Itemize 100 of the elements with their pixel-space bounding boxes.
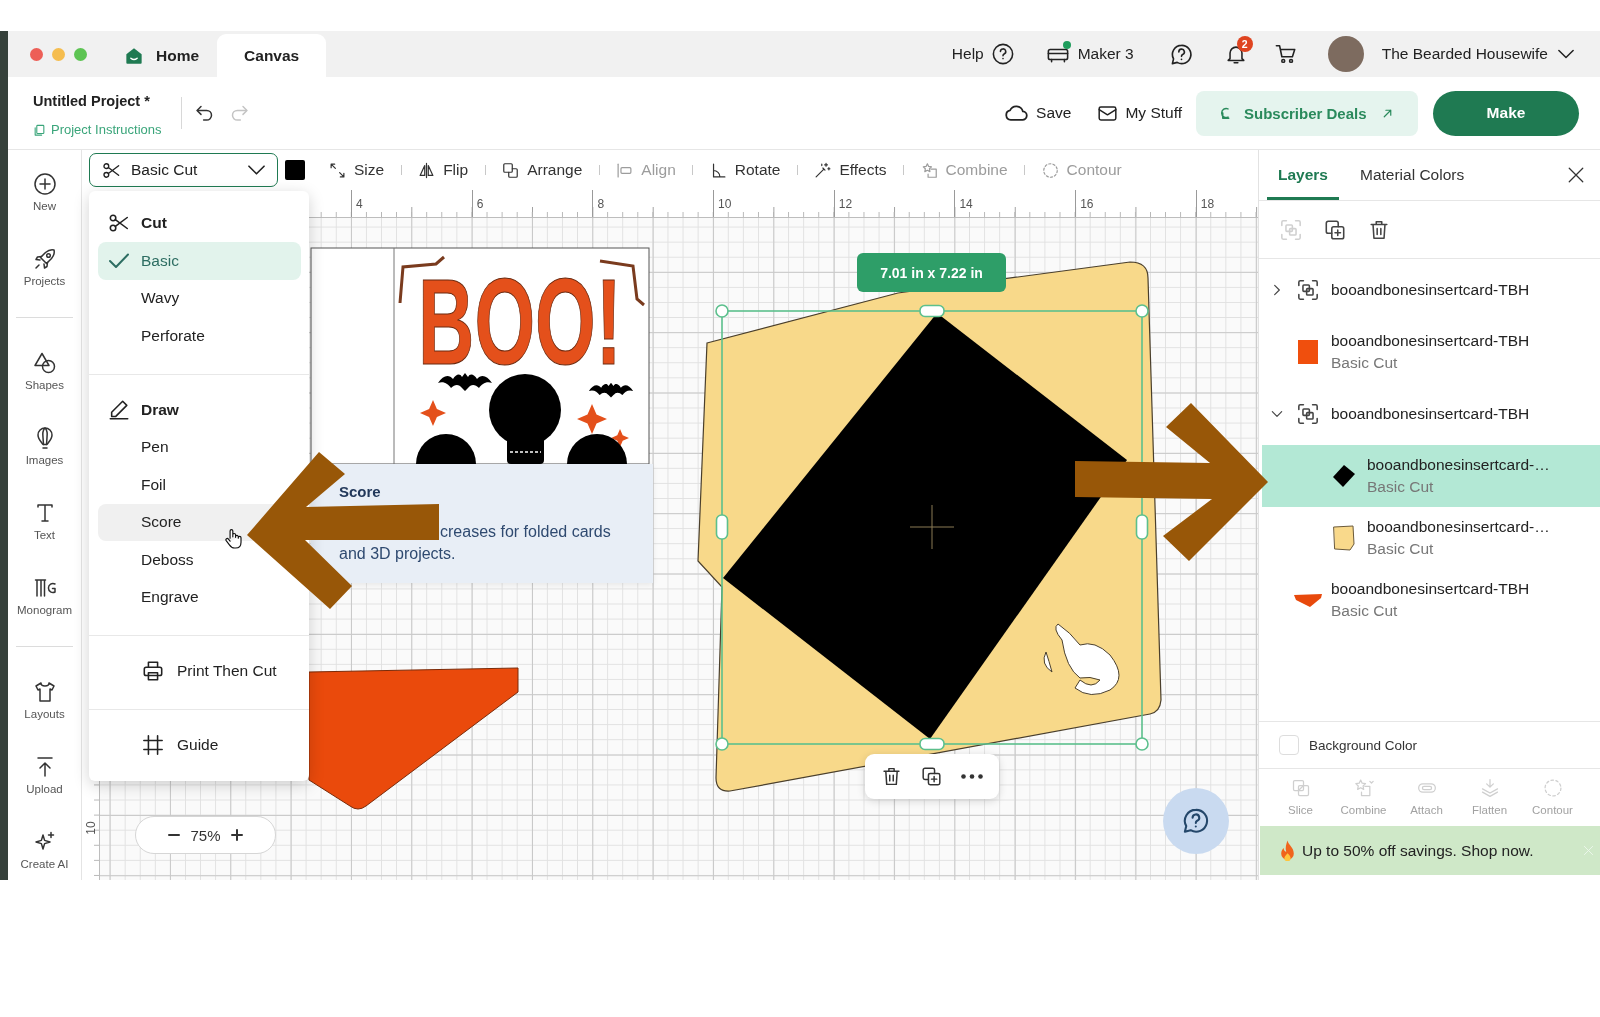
sidebar-item[interactable]: Layouts	[8, 680, 81, 721]
color-swatch[interactable]	[285, 160, 305, 180]
cart-icon[interactable]	[1274, 43, 1297, 65]
background-color-swatch[interactable]	[1279, 735, 1299, 755]
layer-name: booandbonesinsertcard-TBH	[1331, 404, 1530, 424]
chat-question-icon[interactable]	[1169, 42, 1193, 66]
resize-handle[interactable]	[715, 514, 729, 540]
layer-row[interactable]: booandbonesinsertcard-TBH	[1262, 383, 1600, 445]
subscriber-deals-button[interactable]: Subscriber Deals	[1196, 90, 1418, 136]
toolbar-button[interactable]: Arrange	[490, 161, 595, 179]
user-avatar	[1327, 36, 1364, 72]
sidebar-item[interactable]: Images	[8, 426, 81, 467]
flatten-icon	[1479, 778, 1500, 798]
ruler-label: 14	[959, 197, 973, 211]
resize-handle[interactable]	[1135, 514, 1149, 540]
menu-item[interactable]: Perforate	[98, 317, 217, 355]
trash-icon[interactable]	[880, 766, 902, 787]
group-icon	[1297, 279, 1319, 301]
contour-icon	[1041, 161, 1059, 179]
close-window-icon[interactable]	[30, 47, 43, 61]
account-menu-button[interactable]: The Bearded Housewife	[1381, 45, 1574, 63]
toolbar-button[interactable]: Effects	[802, 161, 899, 179]
panel-tab[interactable]: Layers	[1267, 150, 1339, 200]
close-icon[interactable]	[1567, 166, 1585, 184]
layer-name: booandbonesinsertcard-…	[1367, 455, 1550, 475]
machine-button[interactable]: Maker 3	[1046, 44, 1134, 64]
window-tab[interactable]: Canvas	[217, 34, 327, 77]
notification-badge: 2	[1236, 36, 1253, 52]
sidebar-item[interactable]: Shapes	[8, 351, 81, 392]
menu-item[interactable]: Deboss	[98, 541, 206, 579]
help-chat-icon[interactable]	[1163, 788, 1229, 854]
background-color-label: Background Color	[1309, 737, 1418, 753]
operation-dropdown[interactable]: Basic Cut	[89, 153, 278, 187]
layer-row[interactable]: booandbonesinsertcard-… Basic Cut	[1262, 507, 1600, 569]
sidebar-item[interactable]: New	[8, 172, 81, 213]
ruler-label: 16	[1080, 197, 1094, 211]
arrange-icon	[502, 161, 520, 179]
help-button[interactable]: Help	[951, 43, 1014, 65]
ruler-label: 6	[476, 197, 484, 211]
sidebar-item[interactable]: Create AI	[8, 830, 81, 871]
flip-icon	[418, 161, 436, 179]
layer-operation: Basic Cut	[1367, 539, 1435, 559]
resize-handle[interactable]	[919, 737, 945, 751]
layer-name: booandbonesinsertcard-TBH	[1331, 280, 1530, 300]
my-stuff-button[interactable]: My Stuff	[1097, 102, 1182, 124]
center-mark	[909, 504, 955, 550]
chevron-down-icon	[1558, 49, 1574, 59]
toolbar-button[interactable]: Size	[317, 161, 397, 179]
layer-name: booandbonesinsertcard-…	[1367, 517, 1550, 537]
promo-banner[interactable]: Up to 50% off savings. Shop now.	[1260, 826, 1600, 875]
ruler-label: 12	[838, 197, 853, 211]
resize-handle[interactable]	[1135, 304, 1149, 318]
duplicate-icon[interactable]	[1324, 218, 1346, 241]
resize-handle[interactable]	[1135, 737, 1149, 751]
scissors-icon	[102, 160, 121, 180]
ruler-label: 10	[83, 821, 98, 835]
cloud-icon	[1005, 104, 1029, 122]
window-tab[interactable]: Home	[114, 34, 214, 77]
layer-row[interactable]: booandbonesinsertcard-TBH	[1262, 259, 1600, 321]
layer-name: booandbonesinsertcard-TBH	[1331, 579, 1530, 599]
make-button[interactable]: Make	[1433, 90, 1579, 136]
toolbar-button[interactable]: Rotate	[697, 161, 793, 179]
combine-icon	[1353, 778, 1374, 798]
combine-icon	[920, 161, 938, 179]
align-icon	[616, 161, 634, 179]
document-icon	[33, 123, 46, 137]
magic-wand-icon	[814, 161, 832, 179]
layer-row[interactable]: booandbonesinsertcard-… Basic Cut	[1262, 445, 1600, 507]
toolbar-button[interactable]: Flip	[406, 161, 481, 179]
menu-item[interactable]: Pen	[98, 428, 181, 466]
menu-item[interactable]: Guide	[98, 726, 231, 764]
sidebar-item[interactable]: Projects	[8, 247, 81, 288]
save-button[interactable]: Save	[1005, 104, 1072, 122]
resize-handle[interactable]	[715, 737, 729, 751]
menu-item[interactable]: Print Then Cut	[98, 652, 289, 690]
sidebar-item[interactable]: Upload	[8, 755, 81, 796]
sidebar-item[interactable]: Monogram	[8, 576, 81, 617]
menu-item[interactable]: Wavy	[98, 279, 192, 317]
trash-icon[interactable]	[1368, 218, 1390, 241]
card-title: BOO!	[418, 277, 622, 367]
duplicate-icon[interactable]	[921, 766, 942, 787]
menu-item[interactable]: Engrave	[98, 578, 211, 616]
panel-tab[interactable]: Material Colors	[1349, 150, 1476, 200]
menu-item[interactable]: Basic	[98, 242, 301, 280]
group-icon	[1297, 403, 1319, 425]
check-icon	[109, 252, 129, 269]
monogram-icon	[32, 576, 57, 600]
resize-handle[interactable]	[715, 304, 729, 318]
house-icon	[125, 46, 143, 65]
more-icon[interactable]	[961, 774, 984, 779]
plus-circle-icon	[32, 172, 57, 196]
layer-row[interactable]: booandbonesinsertcard-TBH Basic Cut	[1262, 569, 1600, 631]
fire-icon	[1279, 840, 1296, 861]
plus-icon[interactable]	[230, 829, 243, 841]
shapes-icon	[32, 351, 57, 375]
ruler-label: 8	[597, 197, 605, 211]
layer-row[interactable]: booandbonesinsertcard-TBH Basic Cut	[1262, 321, 1600, 383]
resize-handle[interactable]	[919, 304, 945, 318]
menu-item[interactable]: Foil	[98, 466, 178, 504]
sidebar-item[interactable]: Text	[8, 501, 81, 542]
